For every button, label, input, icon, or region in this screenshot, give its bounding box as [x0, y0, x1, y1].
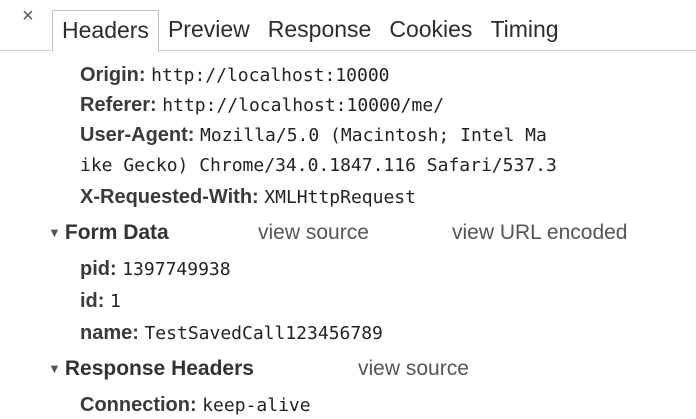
response-value: keep-alive	[202, 395, 311, 416]
form-key: name:	[80, 322, 139, 344]
form-value: 1397749938	[122, 259, 231, 280]
header-value: http://localhost:10000/me/	[162, 95, 445, 116]
close-icon[interactable]: ×	[22, 6, 34, 26]
tab-timing[interactable]: Timing	[481, 10, 567, 51]
tab-preview[interactable]: Preview	[159, 10, 259, 51]
header-row-origin: Origin: http://localhost:10000	[80, 62, 390, 89]
form-key: id:	[80, 290, 105, 312]
tab-cookies[interactable]: Cookies	[380, 10, 481, 51]
form-row-name: name: TestSavedCall123456789	[80, 320, 383, 347]
form-value: TestSavedCall123456789	[144, 323, 383, 344]
response-headers-view-source-link[interactable]: view source	[358, 356, 469, 382]
header-row-continuation: ike Gecko) Chrome/34.0.1847.116 Safari/5…	[80, 152, 557, 179]
header-key: User-Agent:	[80, 124, 195, 146]
disclosure-triangle-icon[interactable]: ▼	[48, 225, 61, 240]
tab-headers[interactable]: Headers	[52, 10, 159, 52]
tab-response[interactable]: Response	[259, 10, 381, 51]
form-row-pid: pid: 1397749938	[80, 256, 231, 283]
header-value: http://localhost:10000	[151, 65, 390, 86]
header-row-referer: Referer: http://localhost:10000/me/	[80, 92, 444, 119]
header-value: Mozilla/5.0 (Macintosh; Intel Ma	[200, 125, 547, 146]
response-headers-section-header[interactable]: ▼ Response Headers	[48, 356, 254, 382]
response-headers-title: Response Headers	[64, 357, 254, 380]
disclosure-triangle-icon[interactable]: ▼	[48, 361, 61, 376]
header-key: Referer:	[80, 94, 157, 116]
header-key: X-Requested-With:	[80, 186, 259, 208]
header-value: XMLHttpRequest	[264, 187, 416, 208]
response-row-connection: Connection: keep-alive	[80, 392, 311, 419]
form-data-view-url-encoded-link[interactable]: view URL encoded	[452, 220, 628, 246]
form-data-view-source-link[interactable]: view source	[258, 220, 369, 246]
header-row-user-agent: User-Agent: Mozilla/5.0 (Macintosh; Inte…	[80, 122, 547, 149]
header-value-continued: ike Gecko) Chrome/34.0.1847.116 Safari/5…	[80, 155, 557, 176]
form-row-id: id: 1	[80, 288, 121, 315]
form-data-section-header[interactable]: ▼ Form Data	[48, 220, 169, 246]
devtools-tabbar: × Headers Preview Response Cookies Timin…	[0, 0, 696, 52]
form-value: 1	[110, 291, 121, 312]
header-key: Origin:	[80, 64, 146, 86]
tab-strip: Headers Preview Response Cookies Timing	[52, 10, 568, 52]
form-key: pid:	[80, 258, 117, 280]
form-data-title: Form Data	[64, 221, 169, 244]
response-key: Connection:	[80, 394, 197, 416]
header-row-x-requested-with: X-Requested-With: XMLHttpRequest	[80, 184, 416, 211]
